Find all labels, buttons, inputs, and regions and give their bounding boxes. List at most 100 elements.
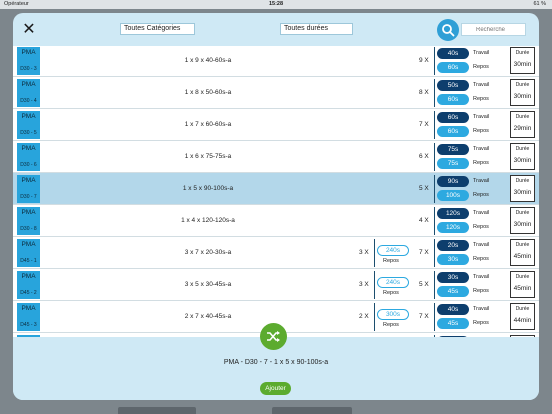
set-rest-pill: 240s xyxy=(377,245,409,256)
workout-code: D45 - 3 xyxy=(20,322,37,328)
work-label: Travail xyxy=(473,242,490,248)
duration-box: Durée 30min xyxy=(510,143,535,170)
category-select[interactable]: Toutes Catégories xyxy=(120,23,195,35)
category-badge: PMA D30 - 3 xyxy=(17,47,40,75)
battery-level: 61 % xyxy=(533,1,546,7)
add-button[interactable]: Ajouter xyxy=(260,382,291,395)
divider xyxy=(374,303,375,331)
shuffle-button[interactable] xyxy=(260,323,287,350)
divider xyxy=(434,303,435,331)
rest-label: Repos xyxy=(473,224,489,230)
selection-footer: PMA - D30 - 7 - 1 x 5 x 90-100s-a Ajoute… xyxy=(13,323,539,400)
divider xyxy=(434,111,435,139)
sets-count: 3 X xyxy=(359,249,369,256)
workout-name: 3 x 7 x 20-30s-a xyxy=(184,249,232,256)
rest-time-pill: 75s xyxy=(437,158,469,169)
workout-code: D30 - 8 xyxy=(20,226,37,232)
divider xyxy=(434,271,435,299)
close-button[interactable]: ✕ xyxy=(21,22,37,38)
rest-time-pill: 100s xyxy=(437,190,469,201)
duration-value: 30min xyxy=(513,189,532,196)
background-button xyxy=(118,407,196,414)
duration-label: Durée xyxy=(515,242,530,248)
duration-select[interactable]: Toutes durées xyxy=(280,23,353,35)
set-rest-label: Repos xyxy=(383,258,399,264)
badge-label: PMA xyxy=(21,177,36,184)
list-item[interactable]: PMA D45 - 1 3 x 7 x 20-30s-a 3 X 240s Repos 7 … xyxy=(13,237,539,269)
list-item[interactable]: PMA D45 - 2 3 x 5 x 30-45s-a 3 X 240s Repos 5 … xyxy=(13,269,539,301)
duration-box: Durée 45min xyxy=(510,271,535,298)
duration-label: Durée xyxy=(515,50,530,56)
rest-label: Repos xyxy=(473,128,489,134)
rest-label: Repos xyxy=(473,96,489,102)
category-badge: PMA D45 - 2 xyxy=(17,271,40,299)
workout-code: D30 - 3 xyxy=(20,66,37,72)
rest-label: Repos xyxy=(473,64,489,70)
work-time-pill: 20s xyxy=(437,240,469,251)
duration-value: 45min xyxy=(513,253,532,260)
workout-name: 3 x 5 x 30-45s-a xyxy=(184,281,232,288)
work-time-pill: 50s xyxy=(437,80,469,91)
category-badge: PMA D30 - 4 xyxy=(17,79,40,107)
duration-value: 30min xyxy=(513,93,532,100)
work-label: Travail xyxy=(473,146,490,152)
list-item[interactable]: PMA D30 - 5 1 x 7 x 60-60s-a 7 X 60s Travail 6… xyxy=(13,109,539,141)
duration-label: Durée xyxy=(515,210,530,216)
rest-label: Repos xyxy=(473,320,489,326)
set-rest-pill: 300s xyxy=(377,309,409,320)
duration-box: Durée 29min xyxy=(510,111,535,138)
modal-header: ✕ Toutes Catégories Toutes durées xyxy=(13,13,539,46)
rest-time-pill: 30s xyxy=(437,254,469,265)
workout-list[interactable]: PMA D30 - 3 1 x 9 x 40-60s-a 9 X 40s Travail 6… xyxy=(13,46,539,337)
rest-label: Repos xyxy=(473,160,489,166)
reps-count: 7 X xyxy=(419,121,429,128)
badge-label: PMA xyxy=(21,209,36,216)
set-rest-label: Repos xyxy=(383,290,399,296)
rest-time-pill: 45s xyxy=(437,318,469,329)
badge-label: PMA xyxy=(21,305,36,312)
search-button[interactable] xyxy=(437,19,459,41)
badge-label: PMA xyxy=(21,113,36,120)
list-item[interactable]: PMA D30 - 8 1 x 4 x 120-120s-a 4 X 120s Trava… xyxy=(13,205,539,237)
category-badge: PMA D30 - 6 xyxy=(17,143,40,171)
workout-code: D45 - 2 xyxy=(20,290,37,296)
duration-label: Durée xyxy=(515,82,530,88)
work-label: Travail xyxy=(473,274,490,280)
badge-label: PMA xyxy=(21,241,36,248)
rest-time-pill: 60s xyxy=(437,126,469,137)
divider xyxy=(374,271,375,299)
reps-count: 9 X xyxy=(419,57,429,64)
rest-time-pill: 60s xyxy=(437,94,469,105)
list-item[interactable]: PMA D30 - 3 1 x 9 x 40-60s-a 9 X 40s Travail 6… xyxy=(13,46,539,77)
duration-box: Durée 30min xyxy=(510,175,535,202)
divider xyxy=(434,79,435,107)
work-time-pill: 40s xyxy=(437,48,469,59)
divider xyxy=(434,239,435,267)
badge-label: PMA xyxy=(21,81,36,88)
divider xyxy=(434,47,435,75)
badge-label: PMA xyxy=(21,49,36,56)
clock: 15:28 xyxy=(268,1,284,7)
close-icon: ✕ xyxy=(22,21,36,38)
work-label: Travail xyxy=(473,178,490,184)
duration-value: 45min xyxy=(513,285,532,292)
list-item[interactable]: PMA D30 - 4 1 x 8 x 50-60s-a 8 X 50s Travail 6… xyxy=(13,77,539,109)
workout-code: D30 - 5 xyxy=(20,130,37,136)
workout-code: D30 - 7 xyxy=(20,194,37,200)
duration-box: Durée 30min xyxy=(510,79,535,106)
divider xyxy=(434,143,435,171)
divider xyxy=(434,207,435,235)
work-label: Travail xyxy=(473,306,490,312)
category-badge: PMA D30 - 8 xyxy=(17,207,40,235)
duration-value: 44min xyxy=(513,317,532,324)
search-icon xyxy=(442,24,455,37)
reps-count: 5 X xyxy=(419,185,429,192)
sets-count: 3 X xyxy=(359,281,369,288)
search-input[interactable] xyxy=(461,23,526,36)
rest-label: Repos xyxy=(473,256,489,262)
background-button xyxy=(272,407,352,414)
reps-count: 4 X xyxy=(419,217,429,224)
list-item[interactable]: PMA D30 - 6 1 x 6 x 75-75s-a 6 X 75s Travail 7… xyxy=(13,141,539,173)
workout-name: 1 x 5 x 90-100s-a xyxy=(182,185,234,192)
list-item[interactable]: PMA D30 - 7 1 x 5 x 90-100s-a 5 X 90s Travail… xyxy=(13,173,539,205)
